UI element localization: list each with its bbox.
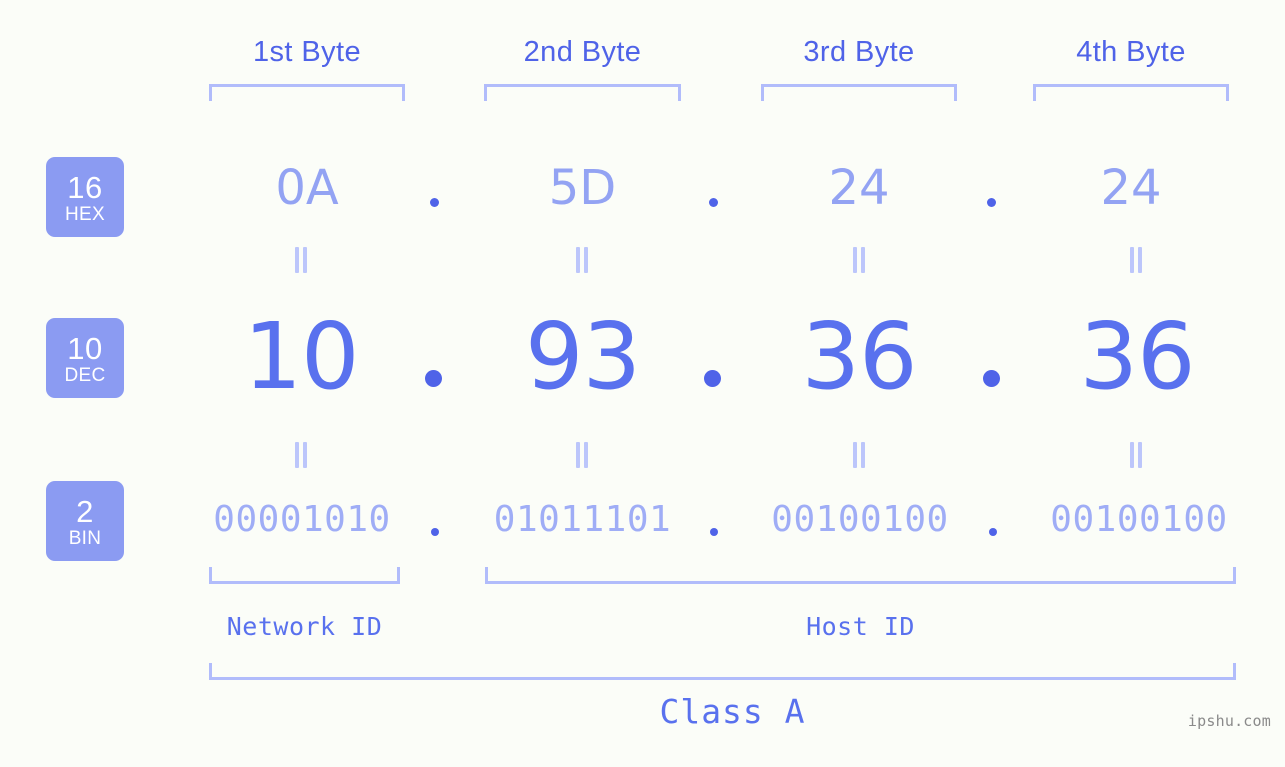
radix-badge-hex-name: HEX — [65, 203, 105, 225]
equals-icon-hex-dec-4 — [1129, 247, 1143, 273]
radix-badge-dec: 10 DEC — [46, 318, 124, 398]
bin-byte-3: 00100100 — [771, 499, 949, 540]
ip-breakdown-diagram: 1st Byte 2nd Byte 3rd Byte 4th Byte 16 H… — [0, 0, 1285, 767]
host-id-label: Host ID — [806, 612, 915, 641]
byte-header-3: 3rd Byte — [803, 36, 915, 68]
network-id-label: Network ID — [226, 612, 383, 641]
equals-icon-hex-dec-3 — [852, 247, 866, 273]
equals-icon-hex-dec-2 — [575, 247, 589, 273]
dec-separator-dot-1 — [425, 370, 442, 387]
class-label: Class A — [659, 692, 806, 731]
bin-byte-1: 00001010 — [213, 499, 391, 540]
equals-icon-dec-bin-2 — [575, 442, 589, 468]
site-watermark: ipshu.com — [1187, 712, 1271, 730]
equals-icon-dec-bin-1 — [294, 442, 308, 468]
byte-header-4: 4th Byte — [1076, 36, 1186, 68]
byte-header-2: 2nd Byte — [523, 36, 642, 68]
bin-byte-2: 01011101 — [493, 499, 672, 540]
class-bracket — [209, 663, 1236, 680]
hex-byte-4: 24 — [1100, 160, 1162, 216]
radix-badge-dec-number: 10 — [67, 330, 103, 366]
byte-bracket-3 — [761, 84, 957, 101]
hex-byte-2: 5D — [548, 160, 617, 216]
bin-separator-dot-1 — [431, 528, 439, 536]
radix-badge-hex-number: 16 — [67, 169, 103, 205]
dec-byte-2: 93 — [524, 303, 641, 410]
dec-byte-1: 10 — [243, 303, 359, 410]
host-id-bracket — [485, 567, 1236, 584]
equals-icon-hex-dec-1 — [294, 247, 308, 273]
dec-separator-dot-2 — [704, 370, 721, 387]
radix-badge-dec-name: DEC — [64, 364, 106, 386]
dec-byte-3: 36 — [801, 303, 917, 410]
byte-header-1: 1st Byte — [253, 36, 361, 68]
bin-separator-dot-2 — [710, 528, 718, 536]
hex-separator-dot-1 — [430, 198, 439, 207]
equals-icon-dec-bin-3 — [852, 442, 866, 468]
network-id-bracket — [209, 567, 400, 584]
byte-bracket-2 — [484, 84, 681, 101]
hex-separator-dot-3 — [987, 198, 996, 207]
hex-separator-dot-2 — [709, 198, 718, 207]
equals-icon-dec-bin-4 — [1129, 442, 1143, 468]
radix-badge-bin: 2 BIN — [46, 481, 124, 561]
dec-separator-dot-3 — [983, 370, 1000, 387]
radix-badge-bin-number: 2 — [76, 493, 94, 529]
byte-bracket-1 — [209, 84, 405, 101]
hex-byte-3: 24 — [828, 160, 890, 216]
bin-byte-4: 00100100 — [1050, 499, 1228, 540]
bin-separator-dot-3 — [989, 528, 997, 536]
dec-byte-4: 36 — [1079, 303, 1195, 410]
radix-badge-bin-name: BIN — [68, 527, 102, 549]
hex-byte-1: 0A — [275, 160, 339, 216]
radix-badge-hex: 16 HEX — [46, 157, 124, 237]
byte-bracket-4 — [1033, 84, 1229, 101]
